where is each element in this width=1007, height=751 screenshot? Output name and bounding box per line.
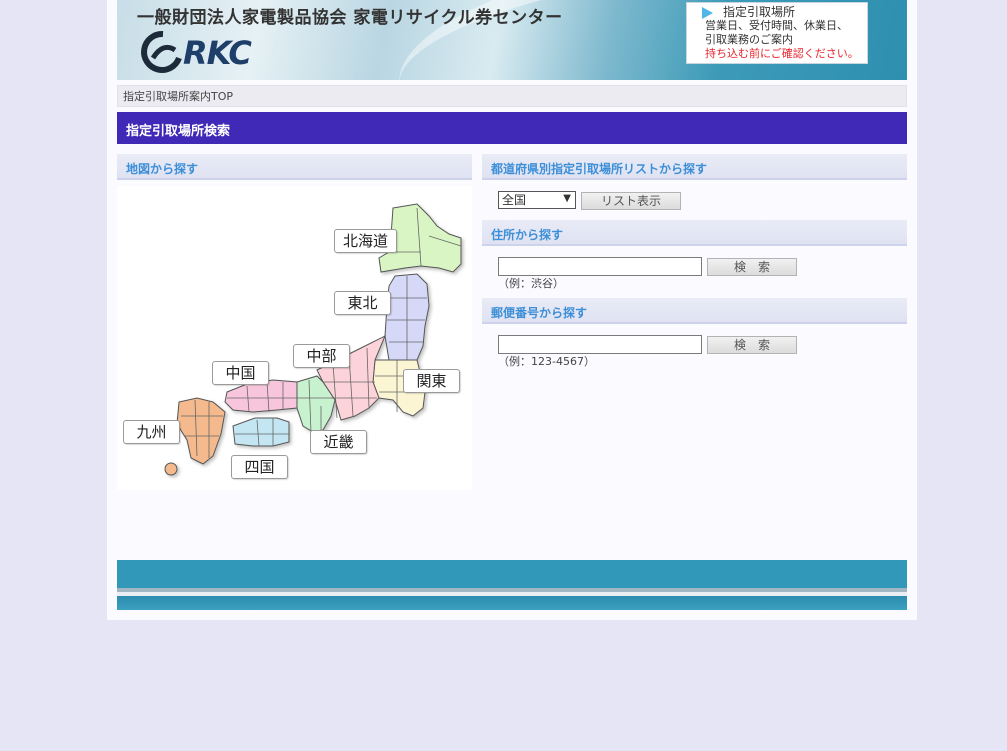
map-region-kyushu xyxy=(176,397,226,465)
postal-panel-header: 郵便番号から探す xyxy=(482,298,907,324)
footer-band xyxy=(117,560,907,588)
header-banner: 一般財団法人家電製品協会 家電リサイクル券センター RKC 指定引取場所 営業日… xyxy=(117,0,907,80)
address-panel-header: 住所から探す xyxy=(482,220,907,246)
japan-map-graphic xyxy=(164,203,462,476)
section-title: 指定引取場所検索 xyxy=(117,112,907,144)
org-title: 一般財団法人家電製品協会 家電リサイクル券センター xyxy=(137,8,563,28)
dropdown-arrow-icon: ▼ xyxy=(563,193,571,204)
notice-link[interactable]: 指定引取場所 営業日、受付時間、休業日、 引取業務のご案内 持ち込む前にご確認く… xyxy=(686,2,868,64)
prefecture-select-value: 全国 xyxy=(502,193,527,207)
rkc-logo[interactable]: RKC xyxy=(139,28,259,76)
notice-line2: 引取業務のご案内 xyxy=(705,33,793,46)
list-display-button[interactable]: リスト表示 xyxy=(581,192,681,210)
rkc-logo-icon xyxy=(141,30,182,73)
breadcrumb-top-link[interactable]: 指定引取場所案内TOP xyxy=(123,90,233,103)
region-chubu-button[interactable]: 中部 xyxy=(293,344,350,368)
region-shikoku-button[interactable]: 四国 xyxy=(231,455,288,479)
region-kanto-button[interactable]: 関東 xyxy=(403,369,460,393)
footer-bottom xyxy=(117,596,907,610)
logo-text: RKC xyxy=(183,34,252,72)
postal-search-button[interactable]: 検 索 xyxy=(707,336,797,354)
page-container: 一般財団法人家電製品協会 家電リサイクル券センター RKC 指定引取場所 営業日… xyxy=(107,0,917,620)
map-panel-header: 地図から探す xyxy=(117,154,472,180)
address-example-hint: （例：渋谷） xyxy=(498,277,564,290)
address-search-input[interactable] xyxy=(498,257,702,276)
japan-map: 北海道 東北 中部 中国 関東 九州 近畿 四国 xyxy=(117,186,472,490)
notice-title: 指定引取場所 xyxy=(723,5,796,19)
region-chugoku-button[interactable]: 中国 xyxy=(212,361,269,385)
notice-line1: 営業日、受付時間、休業日、 xyxy=(705,19,848,32)
breadcrumb: 指定引取場所案内TOP xyxy=(117,85,907,107)
prefecture-select[interactable]: 全国 ▼ xyxy=(498,191,576,209)
map-region-okinawa xyxy=(164,462,178,476)
postal-example-hint: （例：123-4567） xyxy=(498,355,595,368)
region-kinki-button[interactable]: 近畿 xyxy=(310,430,367,454)
postal-code-input[interactable] xyxy=(498,335,702,354)
map-region-shikoku xyxy=(232,417,290,447)
region-tohoku-button[interactable]: 東北 xyxy=(334,291,391,315)
notice-warning: 持ち込む前にご確認ください。 xyxy=(705,47,859,60)
region-kyushu-button[interactable]: 九州 xyxy=(123,420,180,444)
list-panel-header: 都道府県別指定引取場所リストから探す xyxy=(482,154,907,180)
region-hokkaido-button[interactable]: 北海道 xyxy=(334,229,397,253)
address-search-button[interactable]: 検 索 xyxy=(707,258,797,276)
play-arrow-icon xyxy=(702,7,713,19)
